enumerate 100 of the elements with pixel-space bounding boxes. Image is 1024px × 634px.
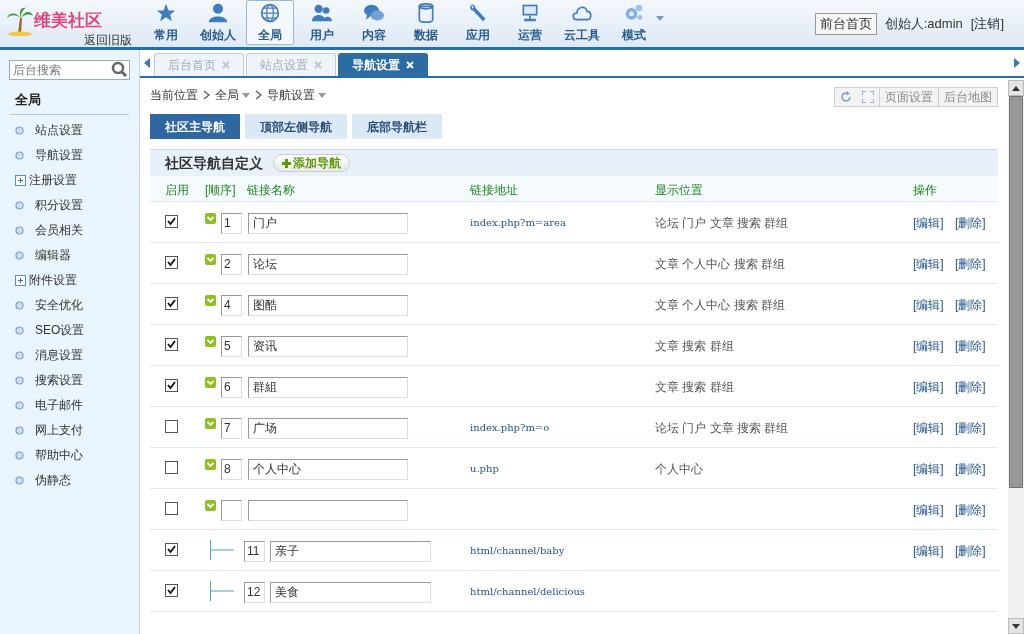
sidebar-item[interactable]: 积分设置 <box>0 192 139 218</box>
delete-link[interactable]: [删除] <box>955 460 986 478</box>
nav-button[interactable]: 用户 <box>298 0 346 45</box>
order-field[interactable]: 5 <box>221 336 242 357</box>
delete-link[interactable]: [删除] <box>955 255 986 273</box>
checkbox[interactable] <box>165 543 178 556</box>
edit-link[interactable]: [编辑] <box>913 542 944 560</box>
scroll-down-icon[interactable] <box>1012 623 1020 629</box>
name-field[interactable]: 资讯 <box>248 336 408 357</box>
edit-link[interactable]: [编辑] <box>913 501 944 519</box>
delete-link[interactable]: [删除] <box>955 542 986 560</box>
delete-link[interactable]: [删除] <box>955 501 986 519</box>
expand-toggle-icon[interactable] <box>205 459 216 470</box>
checkbox[interactable] <box>165 502 178 515</box>
link-url[interactable]: index.php?m=area <box>470 215 566 230</box>
order-field[interactable]: 8 <box>221 459 242 480</box>
breadcrumb-item[interactable]: 全局 <box>215 86 239 104</box>
sidebar-item[interactable]: 帮助中心 <box>0 442 139 468</box>
checkbox[interactable] <box>165 584 178 597</box>
sidebar-item[interactable]: 网上支付 <box>0 417 139 443</box>
name-field[interactable]: 门户 <box>248 213 408 234</box>
name-field[interactable]: 亲子 <box>270 541 431 562</box>
delete-link[interactable]: [删除] <box>955 296 986 314</box>
name-field[interactable]: 广场 <box>248 418 408 439</box>
delete-link[interactable]: [删除] <box>955 378 986 396</box>
scrollbar[interactable] <box>1008 80 1024 634</box>
order-field[interactable]: 6 <box>221 377 242 398</box>
order-field[interactable]: 1 <box>221 213 242 234</box>
subtab[interactable]: 顶部左侧导航 <box>245 114 347 139</box>
expand-toggle-icon[interactable] <box>205 295 216 306</box>
sidebar-item[interactable]: 电子邮件 <box>0 392 139 418</box>
order-field[interactable]: 7 <box>221 418 242 439</box>
nav-button[interactable]: 应用 <box>454 0 502 45</box>
dropdown-caret-icon[interactable] <box>318 92 326 98</box>
order-field[interactable]: 2 <box>221 254 242 275</box>
checkbox[interactable] <box>165 338 178 351</box>
expand-icon[interactable] <box>15 274 26 286</box>
edit-link[interactable]: [编辑] <box>913 460 944 478</box>
delete-link[interactable]: [删除] <box>955 214 986 232</box>
nav-button[interactable]: 常用 <box>142 0 190 45</box>
name-field[interactable] <box>248 500 408 521</box>
expand-toggle-icon[interactable] <box>205 254 216 265</box>
tab[interactable]: 导航设置 <box>338 53 428 76</box>
link-url[interactable]: html/channel/delicious <box>470 584 585 599</box>
nav-button[interactable]: 模式 <box>610 0 658 45</box>
order-field[interactable] <box>221 500 242 521</box>
sidebar-item[interactable]: 会员相关 <box>0 217 139 243</box>
search-field[interactable]: 后台搜索 <box>9 60 130 80</box>
scrollbar-thumb[interactable] <box>1009 96 1023 488</box>
name-field[interactable]: 图酷 <box>248 295 408 316</box>
name-field[interactable]: 论坛 <box>248 254 408 275</box>
fullscreen-icon[interactable] <box>862 91 874 103</box>
order-field[interactable]: 4 <box>221 295 242 316</box>
scroll-right-icon[interactable] <box>1014 58 1020 68</box>
link-url[interactable]: index.php?m=o <box>470 420 550 435</box>
expand-toggle-icon[interactable] <box>205 500 216 511</box>
delete-link[interactable]: [删除] <box>955 337 986 355</box>
scroll-up-icon[interactable] <box>1012 85 1020 91</box>
sidebar-item[interactable]: 伪静态 <box>0 467 139 493</box>
edit-link[interactable]: [编辑] <box>913 419 944 437</box>
sidebar-item[interactable]: 附件设置 <box>0 267 139 293</box>
delete-link[interactable]: [删除] <box>955 419 986 437</box>
subtab[interactable]: 底部导航栏 <box>352 114 442 139</box>
front-page-button[interactable]: 前台首页 <box>814 12 877 35</box>
caret-icon[interactable] <box>656 16 664 21</box>
nav-button[interactable]: 数据 <box>402 0 450 45</box>
subtab[interactable]: 社区主导航 <box>150 114 240 139</box>
expand-toggle-icon[interactable] <box>205 336 216 347</box>
edit-link[interactable]: [编辑] <box>913 255 944 273</box>
old-version-link[interactable]: 返回旧版 <box>84 31 132 49</box>
breadcrumb-item[interactable]: 导航设置 <box>267 86 315 104</box>
dropdown-caret-icon[interactable] <box>242 92 250 98</box>
sidebar-item[interactable]: 安全优化 <box>0 292 139 318</box>
checkbox[interactable] <box>165 379 178 392</box>
link-url[interactable]: u.php <box>470 461 499 476</box>
scroll-left-icon[interactable] <box>144 58 150 68</box>
sidebar-item[interactable]: 导航设置 <box>0 142 139 168</box>
checkbox[interactable] <box>165 461 178 474</box>
checkbox[interactable] <box>165 420 178 433</box>
refresh-icon[interactable] <box>840 91 852 103</box>
edit-link[interactable]: [编辑] <box>913 337 944 355</box>
link-url[interactable]: html/channel/baby <box>470 543 565 558</box>
sidebar-item[interactable]: 消息设置 <box>0 342 139 368</box>
name-field[interactable]: 美食 <box>270 582 431 603</box>
order-field[interactable]: 11 <box>244 541 265 562</box>
edit-link[interactable]: [编辑] <box>913 214 944 232</box>
nav-button[interactable]: 云工具 <box>558 0 606 45</box>
checkbox[interactable] <box>165 256 178 269</box>
nav-button[interactable]: 内容 <box>350 0 398 45</box>
nav-button[interactable]: 运营 <box>506 0 554 45</box>
sidebar-item[interactable]: SEO设置 <box>0 317 139 343</box>
edit-link[interactable]: [编辑] <box>913 378 944 396</box>
nav-button[interactable]: 创始人 <box>194 0 242 45</box>
order-field[interactable]: 12 <box>244 582 265 603</box>
sidebar-item[interactable]: 站点设置 <box>0 117 139 143</box>
name-field[interactable]: 个人中心 <box>248 459 408 480</box>
expand-toggle-icon[interactable] <box>205 213 216 224</box>
checkbox[interactable] <box>165 297 178 310</box>
sidebar-item[interactable]: 搜索设置 <box>0 367 139 393</box>
name-field[interactable]: 群組 <box>248 377 408 398</box>
